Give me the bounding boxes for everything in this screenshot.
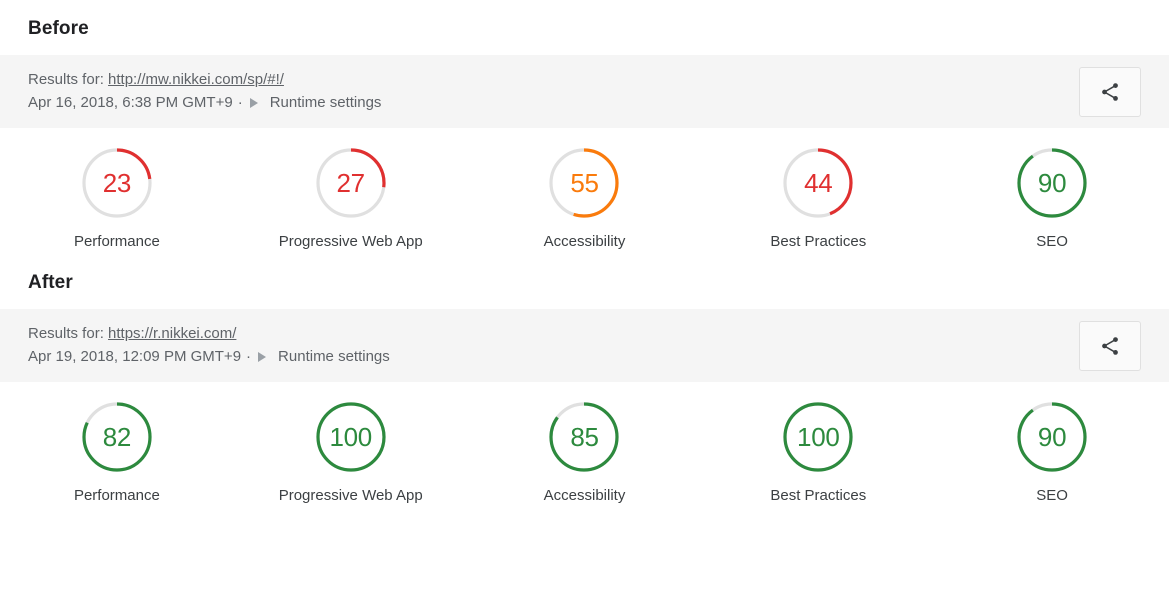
section-title-before: Before	[28, 18, 89, 39]
share-icon	[1102, 336, 1118, 355]
gauge-ring: 90	[1015, 400, 1089, 474]
section-title-after: After	[28, 272, 73, 293]
score-cell-progressive-web-app[interactable]: 100 Progressive Web App	[234, 400, 468, 504]
results-header-before: Results for: http://mw.nikkei.com/sp/#!/…	[0, 55, 1169, 128]
gauge-ring: 27	[314, 146, 388, 220]
section-after: After Results for: https://r.nikkei.com/…	[0, 250, 1169, 504]
score-label: Accessibility	[543, 487, 626, 504]
score-cell-performance[interactable]: 23 Performance	[0, 146, 234, 250]
score-cell-best-practices[interactable]: 44 Best Practices	[701, 146, 935, 250]
score-value: 85	[570, 421, 599, 452]
score-cell-seo[interactable]: 90 SEO	[935, 146, 1169, 250]
results-header-after: Results for: https://r.nikkei.com/ Apr 1…	[0, 309, 1169, 382]
score-label: Progressive Web App	[278, 487, 423, 504]
gauge-ring: 55	[547, 146, 621, 220]
results-meta-line: Apr 19, 2018, 12:09 PM GMT+9 · Runtime s…	[28, 345, 1141, 368]
gauge-ring: 100	[781, 400, 855, 474]
audited-url-link[interactable]: https://r.nikkei.com/	[108, 325, 236, 342]
score-label: Best Practices	[770, 487, 867, 504]
score-gauges-before: 23 Performance 27 Progressive Web App 55…	[0, 128, 1169, 250]
score-label: Progressive Web App	[278, 233, 423, 250]
share-icon	[1102, 82, 1118, 101]
section-before: Before Results for: http://mw.nikkei.com…	[0, 0, 1169, 250]
score-label: Performance	[73, 233, 160, 250]
score-label: SEO	[1036, 233, 1068, 250]
results-meta-line: Apr 16, 2018, 6:38 PM GMT+9 · Runtime se…	[28, 91, 1141, 114]
score-value: 100	[797, 421, 840, 452]
score-cell-accessibility[interactable]: 85 Accessibility	[468, 400, 702, 504]
score-value: 55	[570, 167, 599, 198]
audited-url-link[interactable]: http://mw.nikkei.com/sp/#!/	[108, 71, 284, 88]
audit-timestamp: Apr 16, 2018, 6:38 PM GMT+9	[28, 94, 233, 111]
score-label: Accessibility	[543, 233, 626, 250]
lighthouse-comparison-page: Before Results for: http://mw.nikkei.com…	[0, 0, 1169, 594]
score-label: SEO	[1036, 487, 1068, 504]
gauge-ring: 82	[80, 400, 154, 474]
score-value: 90	[1037, 167, 1067, 198]
score-cell-progressive-web-app[interactable]: 27 Progressive Web App	[234, 146, 468, 250]
score-value: 100	[329, 421, 372, 452]
triangle-right-icon[interactable]	[249, 97, 258, 108]
meta-separator: ·	[246, 348, 252, 365]
gauge-ring: 23	[80, 146, 154, 220]
gauge-ring: 85	[547, 400, 621, 474]
score-cell-accessibility[interactable]: 55 Accessibility	[468, 146, 702, 250]
gauge-ring: 100	[314, 400, 388, 474]
meta-separator: ·	[237, 94, 243, 111]
score-value: 82	[102, 421, 132, 452]
gauge-ring: 44	[781, 146, 855, 220]
results-for-label: Results for:	[28, 71, 104, 88]
results-url-line: Results for: http://mw.nikkei.com/sp/#!/	[28, 68, 1141, 91]
score-value: 44	[804, 167, 833, 198]
share-button[interactable]	[1079, 320, 1141, 371]
score-gauges-after: 82 Performance 100 Progressive Web App 8…	[0, 382, 1169, 504]
audit-timestamp: Apr 19, 2018, 12:09 PM GMT+9	[28, 348, 242, 365]
score-value: 90	[1037, 421, 1067, 452]
score-cell-performance[interactable]: 82 Performance	[0, 400, 234, 504]
results-for-label: Results for:	[28, 325, 104, 342]
share-button[interactable]	[1079, 66, 1141, 117]
score-cell-best-practices[interactable]: 100 Best Practices	[701, 400, 935, 504]
score-value: 27	[336, 167, 366, 198]
score-value: 23	[102, 167, 132, 198]
results-url-line: Results for: https://r.nikkei.com/	[28, 322, 1141, 345]
runtime-settings-label[interactable]: Runtime settings	[278, 345, 390, 368]
triangle-right-icon[interactable]	[258, 351, 267, 362]
score-cell-seo[interactable]: 90 SEO	[935, 400, 1169, 504]
score-label: Best Practices	[770, 233, 867, 250]
runtime-settings-label[interactable]: Runtime settings	[270, 91, 382, 114]
gauge-ring: 90	[1015, 146, 1089, 220]
score-label: Performance	[73, 487, 160, 504]
